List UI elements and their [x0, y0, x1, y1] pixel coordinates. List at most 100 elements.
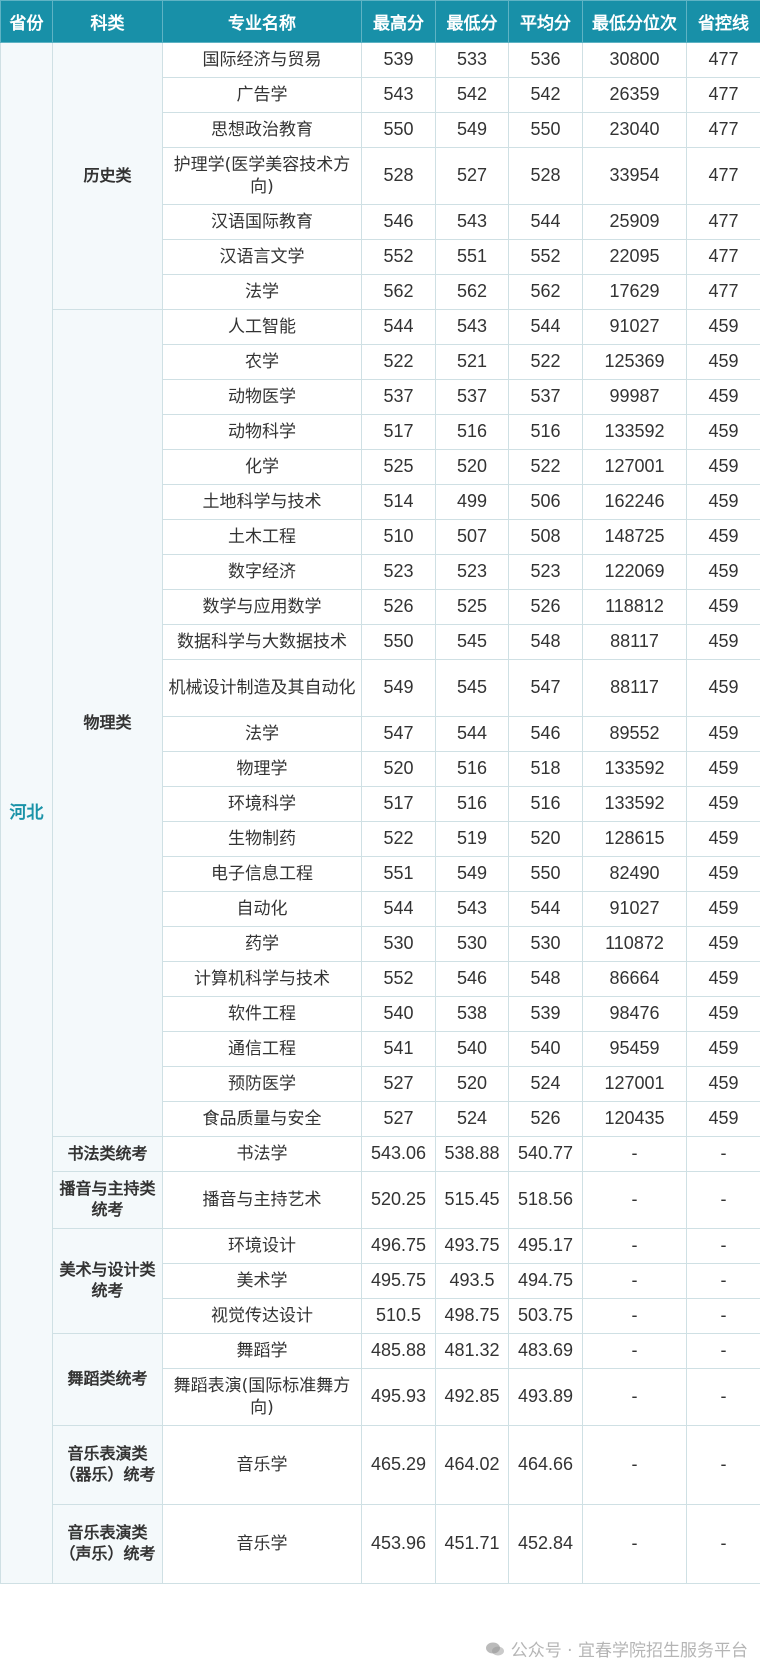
max-score-cell: 562	[361, 274, 436, 310]
control-line-cell: 459	[686, 624, 760, 660]
control-line-cell: -	[686, 1368, 760, 1426]
avg-score-cell: 548	[508, 624, 583, 660]
min-score-cell: 464.02	[435, 1425, 509, 1505]
control-line-cell: 459	[686, 1066, 760, 1102]
min-score-cell: 540	[435, 1031, 509, 1067]
major-name-cell: 国际经济与贸易	[162, 42, 362, 78]
watermark-text: 公众号 · 宜春学院招生服务平台	[510, 1641, 748, 1661]
control-line-cell: 459	[686, 786, 760, 822]
control-line-cell: 459	[686, 554, 760, 590]
max-score-cell: 539	[361, 42, 436, 78]
control-line-cell: -	[686, 1425, 760, 1505]
major-name-cell: 环境设计	[162, 1228, 362, 1264]
min-rank-cell: 91027	[582, 891, 687, 927]
min-rank-cell: 17629	[582, 274, 687, 310]
min-score-cell: 451.71	[435, 1504, 509, 1584]
major-name-cell: 人工智能	[162, 309, 362, 345]
avg-score-cell: 540	[508, 1031, 583, 1067]
min-score-cell: 551	[435, 239, 509, 275]
control-line-cell: 477	[686, 274, 760, 310]
max-score-cell: 522	[361, 344, 436, 380]
major-name-cell: 播音与主持艺术	[162, 1171, 362, 1229]
avg-score-cell: 526	[508, 589, 583, 625]
major-name-cell: 化学	[162, 449, 362, 485]
min-score-cell: 543	[435, 204, 509, 240]
max-score-cell: 537	[361, 379, 436, 415]
avg-score-cell: 546	[508, 716, 583, 752]
control-line-cell: 459	[686, 344, 760, 380]
min-score-cell: 537	[435, 379, 509, 415]
header-avg-score: 平均分	[508, 0, 583, 43]
avg-score-cell: 536	[508, 42, 583, 78]
avg-score-cell: 544	[508, 309, 583, 345]
min-rank-cell: -	[582, 1333, 687, 1369]
min-score-cell: 493.5	[435, 1263, 509, 1299]
major-name-cell: 土木工程	[162, 519, 362, 555]
header-min-rank: 最低分位次	[582, 0, 687, 43]
control-line-cell: 459	[686, 589, 760, 625]
max-score-cell: 546	[361, 204, 436, 240]
min-rank-cell: 33954	[582, 147, 687, 205]
max-score-cell: 527	[361, 1066, 436, 1102]
min-rank-cell: 86664	[582, 961, 687, 997]
min-score-cell: 492.85	[435, 1368, 509, 1426]
min-score-cell: 544	[435, 716, 509, 752]
major-name-cell: 食品质量与安全	[162, 1101, 362, 1137]
avg-score-cell: 537	[508, 379, 583, 415]
avg-score-cell: 530	[508, 926, 583, 962]
control-line-cell: -	[686, 1136, 760, 1172]
control-line-cell: 459	[686, 449, 760, 485]
control-line-cell: 459	[686, 961, 760, 997]
major-name-cell: 动物科学	[162, 414, 362, 450]
avg-score-cell: 506	[508, 484, 583, 520]
avg-score-cell: 562	[508, 274, 583, 310]
avg-score-cell: 550	[508, 856, 583, 892]
control-line-cell: 477	[686, 239, 760, 275]
control-line-cell: 459	[686, 821, 760, 857]
avg-score-cell: 503.75	[508, 1298, 583, 1334]
table-row: 播音与主持类统考 播音与主持艺术 520.25 515.45 518.56- -	[1, 1171, 760, 1229]
avg-score-cell: 550	[508, 112, 583, 148]
control-line-cell: 459	[686, 414, 760, 450]
avg-score-cell: 520	[508, 821, 583, 857]
control-line-cell: 459	[686, 484, 760, 520]
min-score-cell: 545	[435, 624, 509, 660]
max-score-cell: 544	[361, 891, 436, 927]
min-rank-cell: 127001	[582, 449, 687, 485]
major-name-cell: 通信工程	[162, 1031, 362, 1067]
major-name-cell: 法学	[162, 716, 362, 752]
max-score-cell: 550	[361, 624, 436, 660]
control-line-cell: 459	[686, 309, 760, 345]
max-score-cell: 453.96	[361, 1504, 436, 1584]
major-name-cell: 护理学(医学美容技术方向)	[162, 147, 362, 205]
min-rank-cell: 122069	[582, 554, 687, 590]
major-name-cell: 思想政治教育	[162, 112, 362, 148]
table-row: 美术与设计类统考 环境设计 496.75 493.75 495.17- -	[1, 1228, 760, 1334]
avg-score-cell: 539	[508, 996, 583, 1032]
min-rank-cell: -	[582, 1263, 687, 1299]
min-rank-cell: 98476	[582, 996, 687, 1032]
control-line-cell: 477	[686, 147, 760, 205]
avg-score-cell: 552	[508, 239, 583, 275]
avg-score-cell: 544	[508, 204, 583, 240]
max-score-cell: 495.75	[361, 1263, 436, 1299]
min-rank-cell: 162246	[582, 484, 687, 520]
avg-score-cell: 540.77	[508, 1136, 583, 1172]
min-score-cell: 516	[435, 414, 509, 450]
header-min-score: 最低分	[435, 0, 509, 43]
major-name-cell: 环境科学	[162, 786, 362, 822]
max-score-cell: 495.93	[361, 1368, 436, 1426]
avg-score-cell: 483.69	[508, 1333, 583, 1369]
max-score-cell: 528	[361, 147, 436, 205]
min-score-cell: 542	[435, 77, 509, 113]
header-max-score: 最高分	[361, 0, 436, 43]
major-name-cell: 音乐学	[162, 1504, 362, 1584]
major-name-cell: 法学	[162, 274, 362, 310]
avg-score-cell: 528	[508, 147, 583, 205]
category-cell: 音乐表演类（器乐）统考	[52, 1425, 163, 1505]
control-line-cell: -	[686, 1333, 760, 1369]
max-score-cell: 517	[361, 786, 436, 822]
control-line-cell: 459	[686, 891, 760, 927]
min-rank-cell: 82490	[582, 856, 687, 892]
major-name-cell: 美术学	[162, 1263, 362, 1299]
